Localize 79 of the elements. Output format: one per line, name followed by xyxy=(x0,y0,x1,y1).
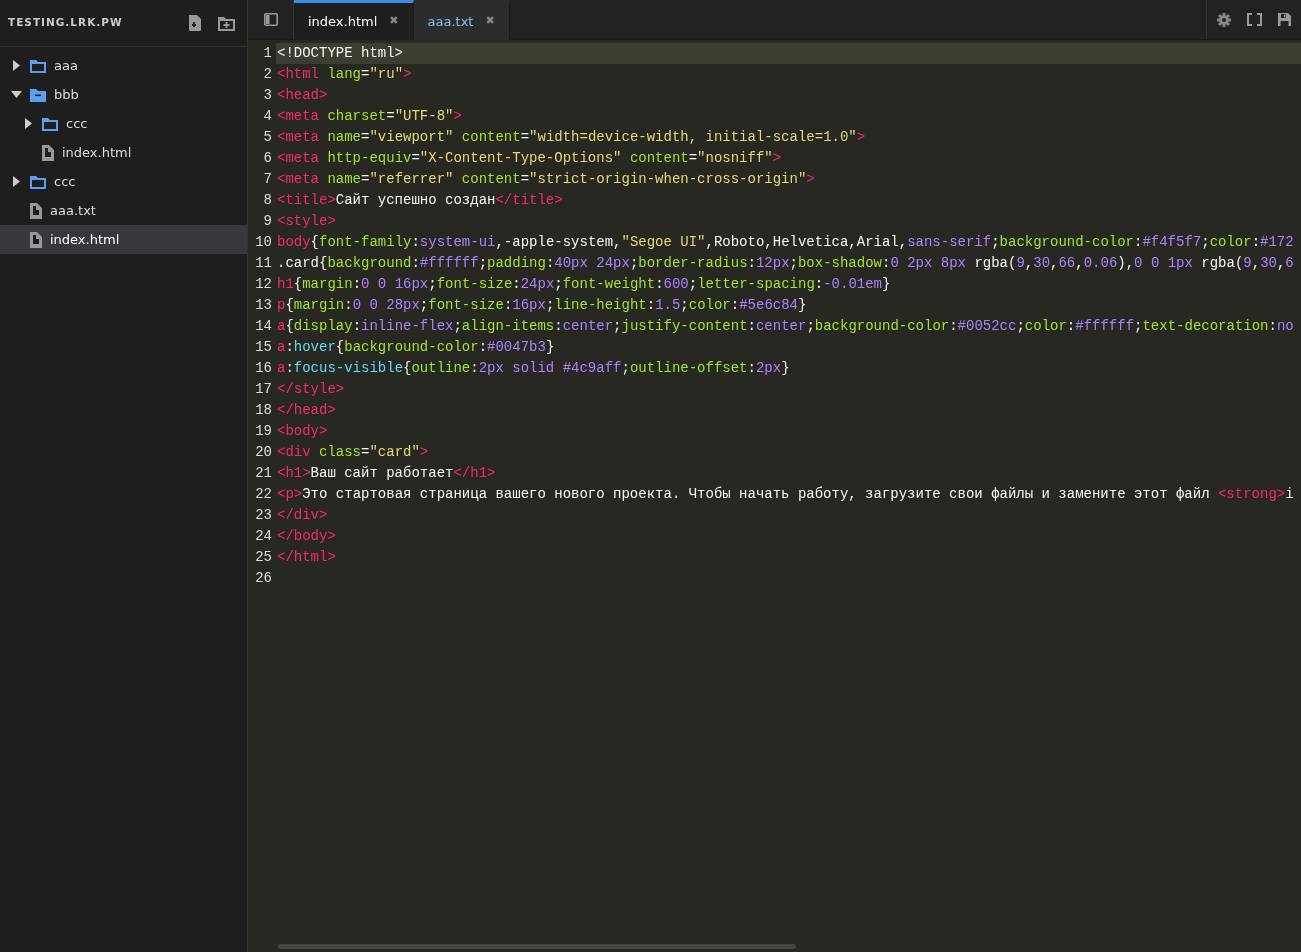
line-number: 11 xyxy=(254,254,273,273)
line-number: 8 xyxy=(262,191,273,210)
line-number: 23 xyxy=(254,506,273,525)
code-line: <p>Это стартовая страница вашего нового проекта. Чтобы начать работу, загрузите свои файлы и замените этот файл <strong>i xyxy=(276,485,1295,504)
code-line: </html> xyxy=(276,548,337,567)
code-line: a:focus-visible{outline:2px solid #4c9aff;outline-offset:2px} xyxy=(276,359,791,378)
line-number: 15 xyxy=(254,338,273,357)
line-number: 1 xyxy=(262,44,273,63)
project-title: TESTING.LRK.PW xyxy=(8,15,123,31)
code-line: <div class="card"> xyxy=(276,443,430,462)
code-line: </head> xyxy=(276,401,337,420)
settings-icon[interactable] xyxy=(1217,12,1231,27)
line-number: 5 xyxy=(262,128,273,147)
line-number: 14 xyxy=(254,317,273,336)
expand-caret-icon[interactable] xyxy=(10,60,22,71)
code-line: <h1>Ваш сайт работает</h1> xyxy=(276,464,497,483)
line-number: 25 xyxy=(254,548,273,567)
code-line: a{display:inline-flex;align-items:center;justify-content:center;background-color:#0052cc;color:#ffffff;text-decoration:no xyxy=(276,317,1295,336)
line-number: 22 xyxy=(254,485,273,504)
code-line: <meta name="viewport" content="width=device-width, initial-scale=1.0"> xyxy=(276,128,867,147)
line-number: 2 xyxy=(262,65,273,84)
file-item[interactable]: aaa.txt xyxy=(0,196,247,225)
close-tab-button[interactable]: ✖ xyxy=(389,13,399,30)
code-line: </body> xyxy=(276,527,337,546)
line-number: 18 xyxy=(254,401,273,420)
code-line: <html lang="ru"> xyxy=(276,65,413,84)
file-item[interactable]: index.html xyxy=(0,138,247,167)
folder-icon xyxy=(30,174,46,189)
editor-tab[interactable]: aaa.txt ✖ xyxy=(413,0,510,40)
line-number: 9 xyxy=(262,212,273,231)
save-icon[interactable] xyxy=(1278,13,1291,26)
file-icon xyxy=(30,231,42,248)
folder-item[interactable]: ccc xyxy=(0,167,247,196)
line-number: 26 xyxy=(254,569,273,588)
fullscreen-icon[interactable] xyxy=(1247,13,1262,26)
code-line: body{font-family:system-ui,-apple-system,"Segoe UI",Roboto,Helvetica,Arial,sans-serif;background-color:#f4f5f7;color:#172 xyxy=(276,233,1295,252)
line-number: 19 xyxy=(254,422,273,441)
code-line: h1{margin:0 0 16px;font-size:24px;font-weight:600;letter-spacing:-0.01em} xyxy=(276,275,892,294)
expand-caret-icon[interactable] xyxy=(10,176,22,187)
code-line: <title>Сайт успешно создан</title> xyxy=(276,191,564,210)
line-number: 17 xyxy=(254,380,273,399)
new-folder-icon[interactable] xyxy=(218,15,235,31)
line-number: 3 xyxy=(262,86,273,105)
line-number: 7 xyxy=(262,170,273,189)
code-line: p{margin:0 0 28px;font-size:16px;line-height:1.5;color:#5e6c84} xyxy=(276,296,808,315)
file-icon xyxy=(30,202,42,219)
code-line: <meta name="referrer" content="strict-origin-when-cross-origin"> xyxy=(276,170,816,189)
code-line: <style> xyxy=(276,212,337,231)
code-line: </div> xyxy=(276,506,329,525)
folder-item[interactable]: aaa xyxy=(0,51,247,80)
code-line: </style> xyxy=(276,380,346,399)
collapse-caret-icon[interactable] xyxy=(10,91,22,98)
line-number: 20 xyxy=(254,443,273,462)
close-tab-button[interactable]: ✖ xyxy=(485,13,495,30)
code-line: <body> xyxy=(276,422,329,441)
folder-item[interactable]: bbb xyxy=(0,80,247,109)
expand-caret-icon[interactable] xyxy=(22,118,34,129)
line-number: 10 xyxy=(254,233,273,252)
code-line: <head> xyxy=(276,86,329,105)
line-number: 4 xyxy=(262,107,273,126)
editor-tab[interactable]: index.html ✖ xyxy=(294,0,414,40)
line-number: 16 xyxy=(254,359,273,378)
line-number: 13 xyxy=(254,296,273,315)
line-number: 21 xyxy=(254,464,273,483)
line-number: 24 xyxy=(254,527,273,546)
file-icon xyxy=(42,144,54,161)
file-item[interactable]: index.html xyxy=(0,225,247,254)
folder-icon xyxy=(30,58,46,73)
code-line: a:hover{background-color:#0047b3} xyxy=(276,338,556,357)
new-file-icon[interactable] xyxy=(188,15,202,31)
folder-item[interactable]: ccc xyxy=(0,109,247,138)
folder-icon xyxy=(42,116,58,131)
code-line: <meta charset="UTF-8"> xyxy=(276,107,463,126)
line-number: 12 xyxy=(254,275,273,294)
horizontal-scrollbar[interactable] xyxy=(278,944,796,949)
line-number: 6 xyxy=(262,149,273,168)
folder-icon xyxy=(30,87,46,102)
code-line: <meta http-equiv="X-Content-Type-Options" content="nosniff"> xyxy=(276,149,783,168)
code-line: .card{background:#ffffff;padding:40px 24px;border-radius:12px;box-shadow:0 2px 8px rgba(9,30,66,0.06),0 0 1px rgba(9,30,6 xyxy=(276,254,1295,273)
